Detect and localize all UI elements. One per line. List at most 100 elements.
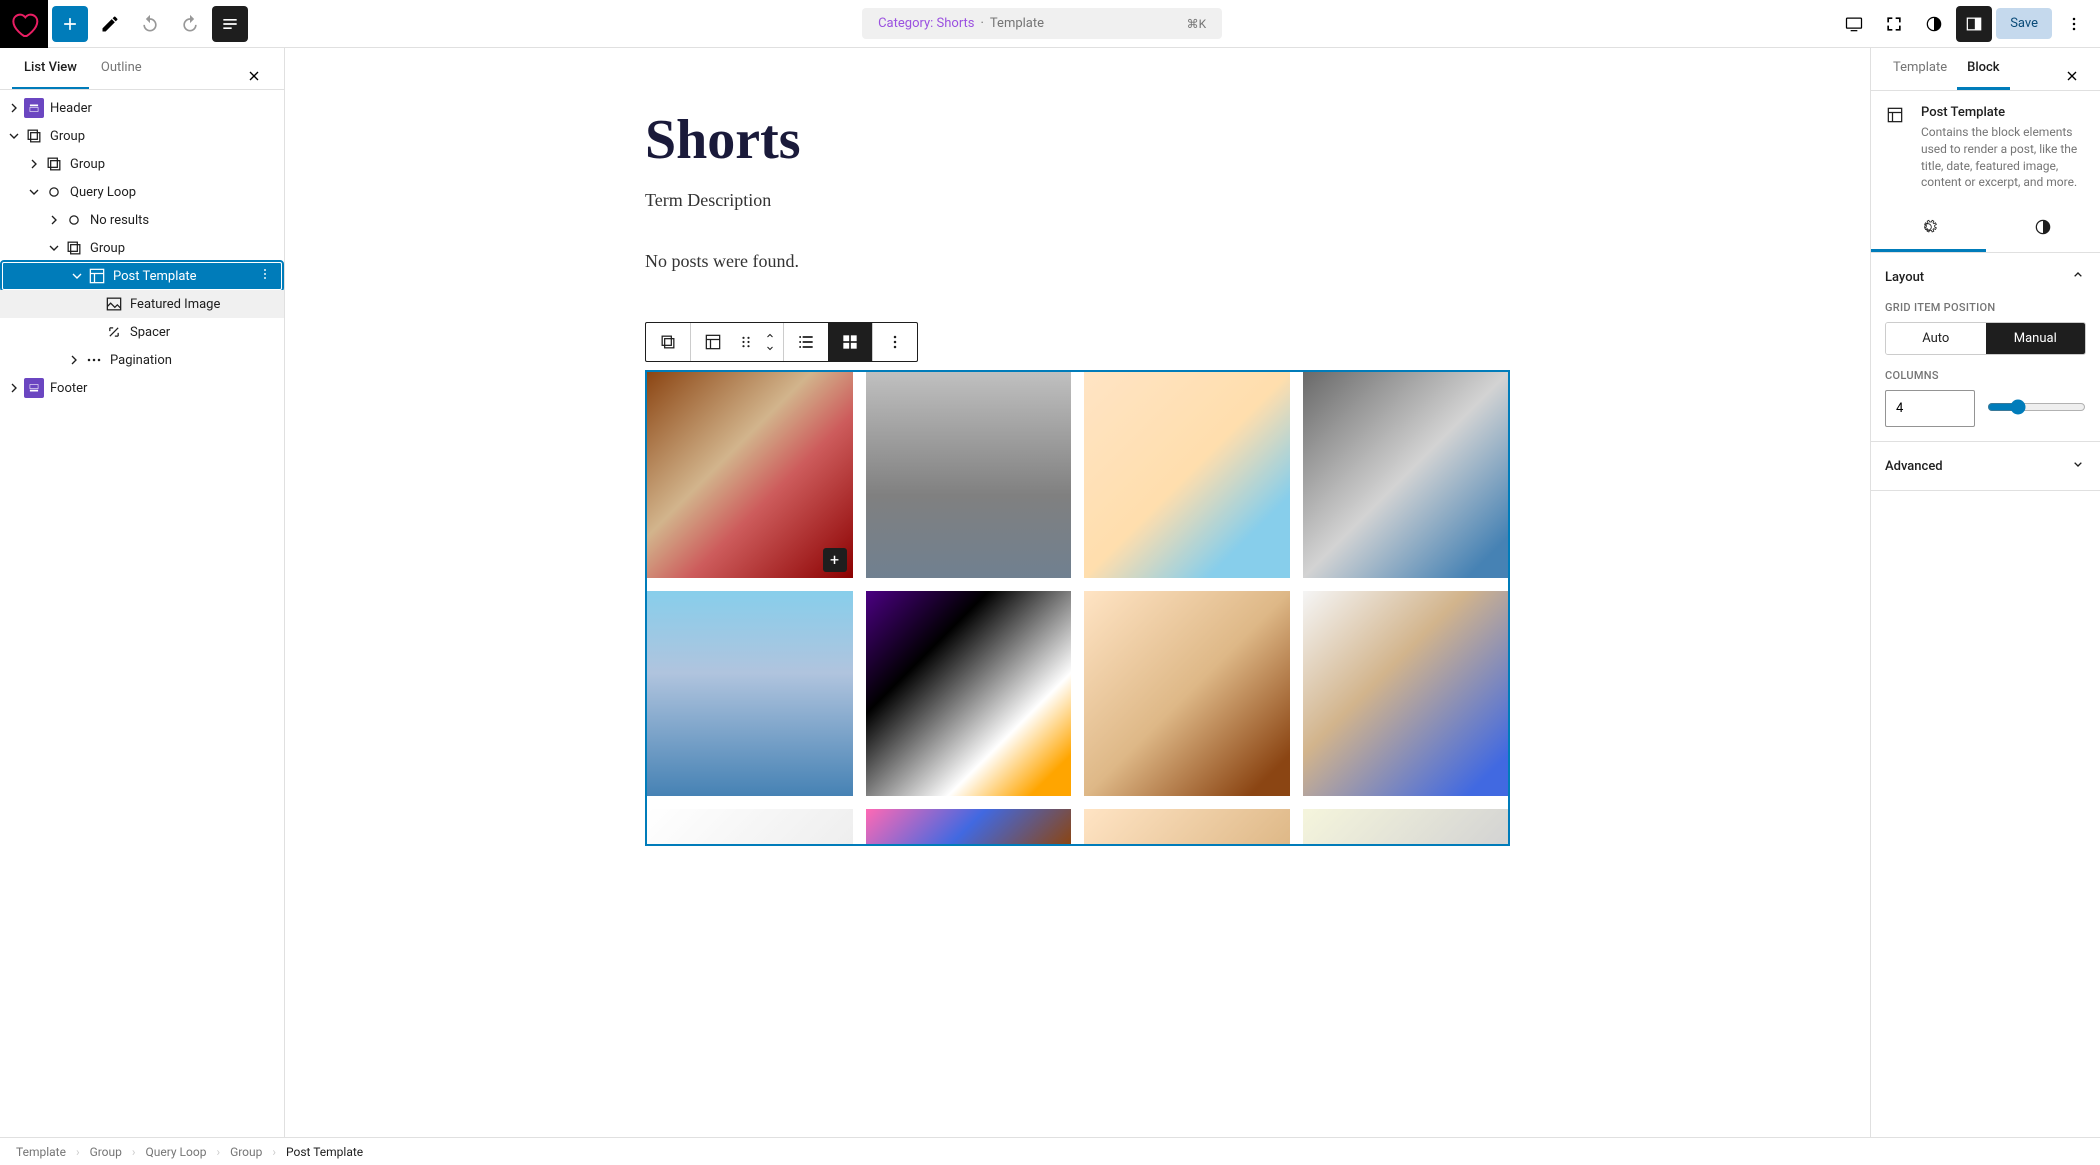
grid-item[interactable] xyxy=(866,372,1072,578)
tree-label: Group xyxy=(70,157,105,172)
more-icon[interactable] xyxy=(257,266,273,286)
page-title[interactable]: Shorts xyxy=(645,108,1510,172)
tree-pagination[interactable]: Pagination xyxy=(0,346,284,374)
tree-post-template[interactable]: Post Template xyxy=(2,262,282,290)
tree-featured-image[interactable]: Featured Image xyxy=(0,290,284,318)
site-logo[interactable] xyxy=(0,0,48,48)
add-block-inline[interactable]: + xyxy=(823,548,847,572)
grid-item[interactable] xyxy=(647,809,853,844)
settings-sidebar-toggle[interactable] xyxy=(1956,6,1992,42)
redo-button[interactable] xyxy=(172,6,208,42)
settings-tabs: Template Block xyxy=(1871,48,2100,91)
tree-label: Group xyxy=(50,129,85,144)
columns-label: COLUMNS xyxy=(1885,369,2086,382)
grid-item[interactable] xyxy=(1084,591,1290,797)
term-description[interactable]: Term Description xyxy=(645,190,1510,211)
post-template-icon xyxy=(1885,105,1909,129)
add-block-button[interactable] xyxy=(52,6,88,42)
edit-tool-button[interactable] xyxy=(92,6,128,42)
editor-canvas[interactable]: Shorts Term Description No posts were fo… xyxy=(285,48,1870,1137)
group-icon xyxy=(24,126,44,146)
tab-block[interactable]: Block xyxy=(1957,48,2009,90)
auto-button[interactable]: Auto xyxy=(1886,323,1986,354)
grid-item[interactable] xyxy=(1303,372,1509,578)
command-shortcut: ⌘K xyxy=(1187,17,1207,31)
breadcrumb-item[interactable]: Template xyxy=(16,1145,66,1159)
post-template-grid[interactable]: + xyxy=(645,370,1510,846)
tree-label: Group xyxy=(90,241,125,256)
subtab-settings[interactable] xyxy=(1871,205,1986,252)
block-description: Contains the block elements used to rend… xyxy=(1921,124,2086,191)
tree-group[interactable]: Group xyxy=(0,150,284,178)
command-center: Category: Shorts · Template ⌘K xyxy=(252,8,1832,39)
tree-header[interactable]: Header xyxy=(0,94,284,122)
chevron-up-icon xyxy=(2070,267,2086,287)
grid-item[interactable] xyxy=(1303,591,1509,797)
close-settings-button[interactable] xyxy=(2054,58,2090,94)
tree-label: Header xyxy=(50,101,92,116)
grid-item[interactable] xyxy=(647,591,853,797)
save-button[interactable]: Save xyxy=(1996,8,2052,39)
breadcrumb-item[interactable]: Group xyxy=(230,1145,262,1159)
block-options-button[interactable] xyxy=(873,323,917,361)
subtab-styles[interactable] xyxy=(1986,205,2100,252)
move-up-down[interactable] xyxy=(757,323,783,361)
command-template: Template xyxy=(990,16,1044,31)
grid-item[interactable] xyxy=(1084,372,1290,578)
tree-group[interactable]: Group xyxy=(0,122,284,150)
breadcrumb-item[interactable]: Query Loop xyxy=(146,1145,207,1159)
tree-spacer[interactable]: Spacer xyxy=(0,318,284,346)
left-sidebar: List View Outline Header Group Group xyxy=(0,48,285,1137)
block-breadcrumb: Template › Group › Query Loop › Group › … xyxy=(0,1137,2100,1165)
options-menu-button[interactable] xyxy=(2056,6,2092,42)
view-desktop-button[interactable] xyxy=(1836,6,1872,42)
styles-button[interactable] xyxy=(1916,6,1952,42)
image-icon xyxy=(104,294,124,314)
list-layout-button[interactable] xyxy=(784,323,828,361)
loop-icon xyxy=(44,182,64,202)
close-sidebar-button[interactable] xyxy=(236,58,272,94)
sidebar-tabs: List View Outline xyxy=(0,48,284,90)
tree-label: No results xyxy=(90,213,149,228)
manual-button[interactable]: Manual xyxy=(1986,323,2086,354)
block-info: Post Template Contains the block element… xyxy=(1871,91,2100,205)
header-icon xyxy=(24,98,44,118)
block-tree: Header Group Group Query Loop No results xyxy=(0,90,284,1137)
tree-query-loop[interactable]: Query Loop xyxy=(0,178,284,206)
post-template-icon xyxy=(87,266,107,286)
spacer-icon xyxy=(104,322,124,342)
columns-input[interactable] xyxy=(1885,390,1975,427)
chevron-right-icon: › xyxy=(132,1145,136,1159)
layout-panel-toggle[interactable]: Layout xyxy=(1885,267,2086,287)
grid-layout-button[interactable] xyxy=(828,323,872,361)
breadcrumb-item[interactable]: Group xyxy=(90,1145,122,1159)
tree-footer[interactable]: Footer xyxy=(0,374,284,402)
fullscreen-button[interactable] xyxy=(1876,6,1912,42)
tab-template[interactable]: Template xyxy=(1883,48,1957,90)
advanced-panel-toggle[interactable]: Advanced xyxy=(1885,456,2086,476)
tree-no-results[interactable]: No results xyxy=(0,206,284,234)
command-separator: · xyxy=(981,16,984,31)
tab-outline[interactable]: Outline xyxy=(89,48,154,89)
undo-button[interactable] xyxy=(132,6,168,42)
grid-item[interactable] xyxy=(1303,809,1509,844)
chevron-down-icon xyxy=(2070,456,2086,476)
block-type-button[interactable] xyxy=(691,323,735,361)
grid-item[interactable] xyxy=(866,809,1072,844)
grid-item[interactable]: + xyxy=(647,372,853,578)
grid-item[interactable] xyxy=(1084,809,1290,844)
breadcrumb-item[interactable]: Post Template xyxy=(286,1145,363,1159)
columns-slider[interactable] xyxy=(1987,399,2086,419)
tree-group[interactable]: Group xyxy=(0,234,284,262)
grid-item[interactable] xyxy=(866,591,1072,797)
parent-selector-button[interactable] xyxy=(646,323,690,361)
pagination-icon xyxy=(84,350,104,370)
tree-label: Featured Image xyxy=(130,297,220,312)
chevron-right-icon: › xyxy=(216,1145,220,1159)
list-view-toggle[interactable] xyxy=(212,6,248,42)
drag-handle[interactable] xyxy=(735,323,757,361)
command-bar[interactable]: Category: Shorts · Template ⌘K xyxy=(862,8,1222,39)
layout-panel: Layout GRID ITEM POSITION Auto Manual CO… xyxy=(1871,253,2100,442)
right-sidebar: Template Block Post Template Contains th… xyxy=(1870,48,2100,1137)
tab-list-view[interactable]: List View xyxy=(12,48,89,89)
